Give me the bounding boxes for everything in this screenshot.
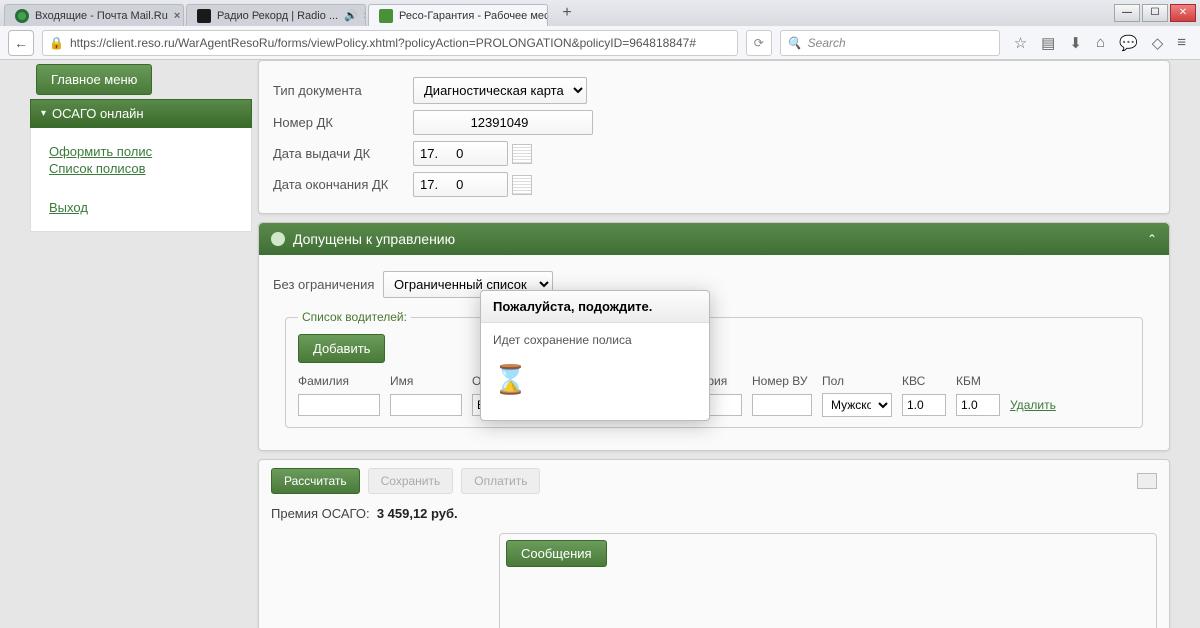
premium-value: 3 459,12 руб. <box>377 506 458 521</box>
doc-type-select[interactable]: Диагностическая карта <box>413 77 587 104</box>
messages-tab[interactable]: Сообщения <box>506 540 607 567</box>
calc-panel: Рассчитать Сохранить Оплатить Премия ОСА… <box>258 459 1170 628</box>
driver-kvs-input[interactable] <box>902 394 946 416</box>
hourglass-icon: ⌛ <box>493 363 697 396</box>
browser-chrome: Входящие - Почта Mail.Ru × Радио Рекорд … <box>0 0 1200 60</box>
driver-delete-link[interactable]: Удалить <box>1010 398 1056 412</box>
search-placeholder: Search <box>808 36 846 50</box>
window-controls: — ☐ ✕ <box>1114 4 1196 22</box>
driver-sex-select[interactable]: Мужской <box>822 393 892 417</box>
dk-issue-label: Дата выдачи ДК <box>273 146 413 161</box>
audio-icon[interactable]: 🔊 <box>344 9 358 22</box>
sidebar-section-label: ОСАГО онлайн <box>52 106 144 121</box>
toolbar-icons: ☆ ▤ ⬇ ⌂ 💬 ◇ ≡ <box>1008 34 1192 52</box>
tab-close-icon[interactable]: × <box>174 10 180 22</box>
reso-favicon-icon <box>379 9 393 23</box>
close-window-button[interactable]: ✕ <box>1170 4 1196 22</box>
drivers-panel: Допущены к управлению ⌃ Без ограничения … <box>258 222 1170 451</box>
lock-icon: 🔒 <box>49 36 64 50</box>
messages-panel: Сообщения <box>499 533 1157 628</box>
col-sex: Пол <box>822 374 892 388</box>
radio-favicon-icon <box>197 9 211 23</box>
wait-modal: Пожалуйста, подождите. Идет сохранение п… <box>480 290 710 421</box>
driver-license-input[interactable] <box>752 394 812 416</box>
dk-end-label: Дата окончания ДК <box>273 177 413 192</box>
reload-button[interactable]: ⟳ <box>746 30 772 56</box>
calendar-icon[interactable] <box>512 175 532 195</box>
main-column: Тип документа Диагностическая карта Номе… <box>258 60 1170 628</box>
modal-body: Идет сохранение полиса ⌛ <box>481 323 709 420</box>
save-button: Сохранить <box>368 468 454 494</box>
pocket-icon[interactable]: ◇ <box>1152 34 1164 52</box>
tab-title: Входящие - Почта Mail.Ru <box>35 10 168 22</box>
library-icon[interactable]: ▤ <box>1041 34 1055 52</box>
modal-text: Идет сохранение полиса <box>493 333 632 347</box>
tab-title: Радио Рекорд | Radio ... <box>217 10 338 22</box>
nav-bar: ← 🔒 https://client.reso.ru/WarAgentResoR… <box>0 26 1200 60</box>
main-menu-button[interactable]: Главное меню <box>36 64 152 95</box>
tab-radio[interactable]: Радио Рекорд | Radio ... 🔊 × <box>186 4 366 26</box>
sidebar-section-osago[interactable]: ОСАГО онлайн <box>30 99 252 128</box>
minimize-button[interactable]: — <box>1114 4 1140 22</box>
limit-label: Без ограничения <box>273 277 383 292</box>
chat-icon[interactable]: 💬 <box>1119 34 1138 52</box>
premium-label: Премия ОСАГО: <box>271 506 370 521</box>
modal-title: Пожалуйста, подождите. <box>481 291 709 323</box>
dk-num-input[interactable] <box>413 110 593 135</box>
page-body: Главное меню ОСАГО онлайн Оформить полис… <box>0 60 1200 628</box>
tab-close-icon[interactable]: × <box>364 10 366 22</box>
url-text: https://client.reso.ru/WarAgentResoRu/fo… <box>70 36 696 50</box>
tab-reso[interactable]: Ресо-Гарантия - Рабочее мес... × <box>368 4 548 26</box>
dk-end-input[interactable] <box>413 172 508 197</box>
dk-issue-input[interactable] <box>413 141 508 166</box>
calendar-icon[interactable] <box>512 144 532 164</box>
sidebar-links: Оформить полис Список полисов Выход <box>30 128 252 232</box>
document-panel: Тип документа Диагностическая карта Номе… <box>258 60 1170 214</box>
calculate-button[interactable]: Рассчитать <box>271 468 360 494</box>
mail-favicon-icon <box>15 9 29 23</box>
search-icon: 🔍 <box>787 36 802 50</box>
col-kvs: КВС <box>902 374 946 388</box>
driver-name-input[interactable] <box>390 394 462 416</box>
col-name: Имя <box>390 374 462 388</box>
new-tab-button[interactable]: + <box>556 3 578 23</box>
driver-row: Мужской Удалить <box>298 393 1130 417</box>
menu-icon[interactable]: ≡ <box>1177 34 1186 52</box>
sidebar: Главное меню ОСАГО онлайн Оформить полис… <box>30 60 252 628</box>
col-kbm: КБМ <box>956 374 1000 388</box>
col-license: Номер ВУ <box>752 374 812 388</box>
dk-num-label: Номер ДК <box>273 115 413 130</box>
tab-mail[interactable]: Входящие - Почта Mail.Ru × <box>4 4 184 26</box>
add-driver-button[interactable]: Добавить <box>298 334 385 363</box>
pay-button: Оплатить <box>461 468 540 494</box>
drivers-fieldset: Список водителей: Добавить Фамилия Имя О… <box>285 310 1143 428</box>
drivers-header-label: Допущены к управлению <box>293 231 455 247</box>
person-icon <box>271 232 285 246</box>
premium-row: Премия ОСАГО: 3 459,12 руб. <box>259 502 1169 533</box>
driver-columns-header: Фамилия Имя От ? Серия Номер ВУ Пол КВС … <box>298 373 1130 389</box>
maximize-button[interactable]: ☐ <box>1142 4 1168 22</box>
back-button[interactable]: ← <box>8 30 34 56</box>
drivers-header[interactable]: Допущены к управлению ⌃ <box>259 223 1169 255</box>
downloads-icon[interactable]: ⬇ <box>1069 34 1082 52</box>
collapse-icon[interactable]: ⌃ <box>1147 232 1157 246</box>
home-icon[interactable]: ⌂ <box>1096 34 1105 52</box>
col-surname: Фамилия <box>298 374 380 388</box>
bookmark-icon[interactable]: ☆ <box>1014 34 1027 52</box>
drivers-legend: Список водителей: <box>298 310 411 324</box>
search-input[interactable]: 🔍 Search <box>780 30 1000 56</box>
doc-type-label: Тип документа <box>273 83 413 98</box>
messages-body <box>500 573 1156 628</box>
sidebar-link-policy-list[interactable]: Список полисов <box>49 161 233 176</box>
sidebar-link-new-policy[interactable]: Оформить полис <box>49 144 233 159</box>
tab-bar: Входящие - Почта Mail.Ru × Радио Рекорд … <box>0 0 1200 26</box>
driver-surname-input[interactable] <box>298 394 380 416</box>
tab-title: Ресо-Гарантия - Рабочее мес... <box>399 10 548 22</box>
print-icon[interactable] <box>1137 473 1157 489</box>
url-input[interactable]: 🔒 https://client.reso.ru/WarAgentResoRu/… <box>42 30 738 56</box>
sidebar-link-exit[interactable]: Выход <box>49 200 233 215</box>
driver-kbm-input[interactable] <box>956 394 1000 416</box>
